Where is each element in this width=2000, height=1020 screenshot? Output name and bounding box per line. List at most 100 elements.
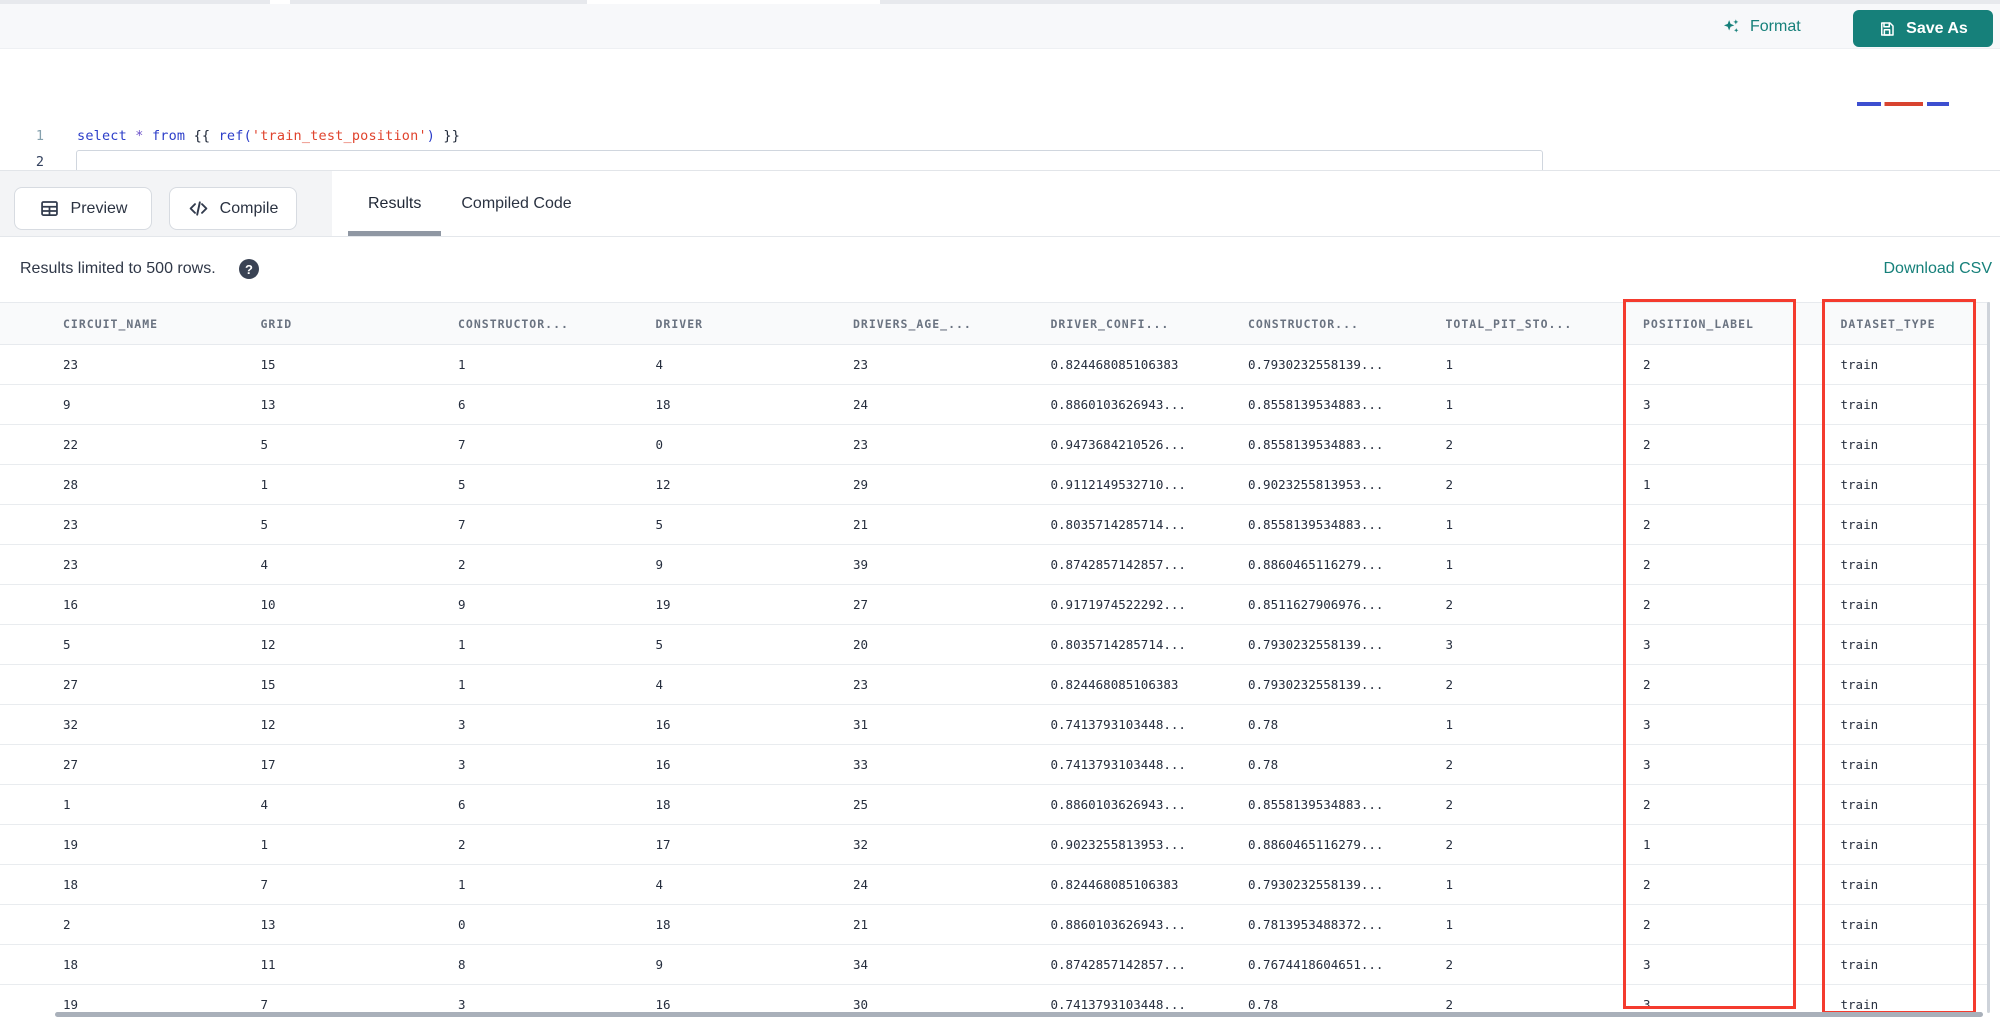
download-csv-link[interactable]: Download CSV — [1884, 260, 1993, 278]
table-cell: 9 — [63, 397, 71, 412]
table-cell: 10 — [260, 597, 276, 612]
table-cell: 7 — [458, 517, 466, 532]
table-cell: 0.8860465116279... — [1248, 557, 1384, 572]
table-cell: 34 — [853, 957, 869, 972]
tab-compiled-code[interactable]: Compiled Code — [441, 171, 591, 236]
table-cell: 0.78 — [1248, 717, 1279, 732]
table-cell: train — [1840, 717, 1879, 732]
table-cell: 23 — [853, 437, 869, 452]
save-as-button[interactable]: Save As — [1853, 10, 1993, 47]
tab-results[interactable]: Results — [348, 171, 442, 236]
table-cell: 0.8742857142857... — [1050, 957, 1186, 972]
table-cell: 2 — [1445, 597, 1454, 612]
table-cell: 2 — [1445, 677, 1454, 692]
table-cell: 2 — [1643, 677, 1651, 692]
table-cell: 2 — [458, 837, 466, 852]
table-cell: 0.824468085106383 — [1050, 877, 1179, 892]
horizontal-scrollbar[interactable] — [55, 1012, 1983, 1017]
table-row: 22 5 7 0 23 0.9473684210526... 0.8558139534883… — [0, 425, 1990, 465]
table-cell: 33 — [853, 757, 869, 772]
table-cell: 5 — [458, 477, 466, 492]
table-cell: 19 — [63, 837, 79, 852]
table-cell: 4 — [655, 357, 664, 372]
help-icon[interactable]: ? — [239, 259, 259, 279]
table-row: 28 1 5 12 29 0.9112149532710... 0.902325581395… — [0, 465, 1990, 505]
table-cell: 2 — [1445, 757, 1454, 772]
table-cell: 3 — [1643, 757, 1651, 772]
table-cell: 2 — [63, 917, 71, 932]
column-header-grid: GRID — [260, 316, 293, 331]
table-cell: 23 — [63, 357, 79, 372]
table-cell: 32 — [63, 717, 79, 732]
compile-button[interactable]: Compile — [169, 187, 297, 230]
table-cell: 3 — [1643, 717, 1651, 732]
table-cell: 0.8035714285714... — [1050, 517, 1186, 532]
table-cell: 1 — [1445, 397, 1454, 412]
table-cell: 28 — [63, 477, 79, 492]
preview-button[interactable]: Preview — [14, 187, 152, 230]
table-cell: 1 — [63, 797, 71, 812]
table-cell: 0.9171974522292... — [1050, 597, 1186, 612]
table-cell: 17 — [260, 757, 276, 772]
table-cell: train — [1840, 517, 1879, 532]
column-header-constructor: CONSTRUCTOR... — [1248, 316, 1359, 331]
column-header-driver: DRIVER — [655, 316, 704, 331]
table-cell: 19 — [63, 997, 79, 1012]
table-cell: 23 — [63, 557, 79, 572]
sql-editor[interactable]: 1 2 select * from {{ ref('train_test_pos… — [0, 49, 2000, 176]
table-cell: 9 — [655, 557, 664, 572]
table-cell: 1 — [1445, 557, 1454, 572]
table-cell: 0.8558139534883... — [1248, 517, 1384, 532]
table-cell: train — [1840, 917, 1879, 932]
table-row: 18 7 1 4 24 0.824468085106383 0.7930232558139.… — [0, 865, 1990, 905]
table-cell: 27 — [63, 677, 79, 692]
table-row: 23 15 1 4 23 0.824468085106383 0.7930232558139… — [0, 345, 1990, 385]
table-cell: 0.7930232558139... — [1248, 877, 1384, 892]
column-header-dataset-type: DATASET_TYPE — [1840, 316, 1936, 331]
code-line[interactable]: select * from {{ ref('train_test_positio… — [77, 128, 460, 144]
column-header-circuit-name: CIRCUIT_NAME — [63, 316, 159, 331]
table-cell: 16 — [655, 997, 671, 1012]
table-cell: 0.8558139534883... — [1248, 437, 1384, 452]
format-label: Format — [1750, 17, 1801, 35]
table-cell: 3 — [458, 757, 466, 772]
table-cell: train — [1840, 357, 1879, 372]
results-limit-note: Results limited to 500 rows. — [20, 260, 216, 277]
table-cell: 1 — [1643, 477, 1651, 492]
table-cell: 6 — [458, 797, 466, 812]
table-cell: 2 — [458, 557, 466, 572]
table-cell: 1 — [260, 477, 269, 492]
table-cell: 12 — [655, 477, 671, 492]
editor-minimap[interactable] — [1852, 100, 1993, 128]
table-cell: 16 — [63, 597, 79, 612]
vertical-scrollbar[interactable] — [1987, 302, 1990, 1013]
table-cell: 0.8558139534883... — [1248, 797, 1384, 812]
table-cell: 0.8558139534883... — [1248, 397, 1384, 412]
table-cell: 19 — [655, 597, 671, 612]
table-row: 27 15 1 4 23 0.824468085106383 0.7930232558139… — [0, 665, 1990, 705]
code-token: }} — [435, 128, 461, 144]
table-cell: 7 — [260, 877, 269, 892]
code-icon — [188, 198, 209, 219]
table-row: 9 13 6 18 24 0.8860103626943... 0.855813953488… — [0, 385, 1990, 425]
table-cell: train — [1840, 557, 1879, 572]
table-cell: 3 — [1643, 957, 1651, 972]
column-header-drivers-age: DRIVERS_AGE_... — [853, 316, 972, 331]
table-cell: 8 — [458, 957, 466, 972]
table-cell: train — [1840, 957, 1879, 972]
table-cell: 3 — [1643, 397, 1651, 412]
table-cell: train — [1840, 437, 1879, 452]
table-cell: 16 — [655, 757, 671, 772]
table-cell: 18 — [655, 397, 671, 412]
table-cell: 5 — [260, 517, 269, 532]
table-cell: train — [1840, 837, 1879, 852]
table-cell: 2 — [1445, 797, 1454, 812]
save-as-label: Save As — [1906, 19, 1968, 37]
table-cell: train — [1840, 477, 1879, 492]
table-cell: train — [1840, 677, 1879, 692]
table-cell: 0.7930232558139... — [1248, 677, 1384, 692]
format-button[interactable]: Format — [1722, 13, 1801, 40]
table-row: 23 5 7 5 21 0.8035714285714... 0.8558139534883… — [0, 505, 1990, 545]
results-pane-header: Preview Compile Results Compiled Code — [0, 170, 2000, 237]
table-cell: 23 — [853, 357, 869, 372]
